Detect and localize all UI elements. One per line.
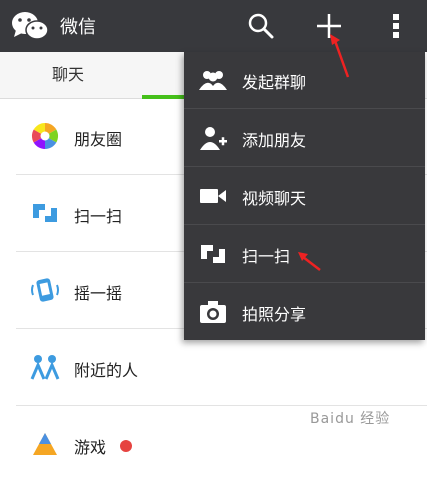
list-item-label: 朋友圈 [74,130,123,149]
list-item-label: 扫一扫 [74,207,123,226]
menu-item-label: 视频聊天 [242,189,307,208]
divider [184,224,425,225]
list-item-label: 游戏 [74,438,107,457]
video-chat-icon [200,189,226,203]
divider [16,405,427,406]
app-title: 微信 [60,17,96,38]
divider [184,166,425,167]
wechat-logo-icon [12,12,49,40]
annotation-arrow-icon [330,34,350,78]
menu-item-label: 扫一扫 [242,247,291,266]
menu-item-add-friend[interactable]: 添加朋友 [184,110,425,167]
title-bar: 微信 [0,0,427,52]
menu-item-video-chat[interactable]: 视频聊天 [184,168,425,225]
more-vert-icon[interactable] [380,10,412,42]
list-item-label: 摇一摇 [74,284,123,303]
menu-item-group-chat[interactable]: 发起群聊 [184,52,425,109]
add-friend-icon [200,127,227,150]
moments-icon [31,122,59,150]
menu-item-label: 发起群聊 [242,73,307,92]
menu-item-photo-share[interactable]: 拍照分享 [184,284,425,341]
people-nearby-icon [30,355,60,380]
camera-icon [200,301,226,323]
menu-item-label: 添加朋友 [242,131,307,150]
new-badge [120,440,132,452]
list-item-label: 附近的人 [74,361,139,380]
watermark-text: Baidu 经验 [310,411,391,427]
scan-icon [201,245,225,263]
group-chat-icon [199,71,227,90]
divider [184,282,425,283]
games-icon [33,433,57,455]
scan-icon [33,204,57,222]
list-item-people-nearby[interactable]: 附近的人 [0,330,427,406]
plus-dropdown-menu: 发起群聊 添加朋友 视频聊天 扫一扫 拍照分享 [184,52,425,340]
annotation-arrow-icon [298,252,321,271]
search-icon[interactable] [245,10,277,42]
divider [184,108,425,109]
tab-chats[interactable]: 聊天 [52,52,84,98]
menu-item-label: 拍照分享 [242,305,307,324]
shake-icon [31,278,59,302]
